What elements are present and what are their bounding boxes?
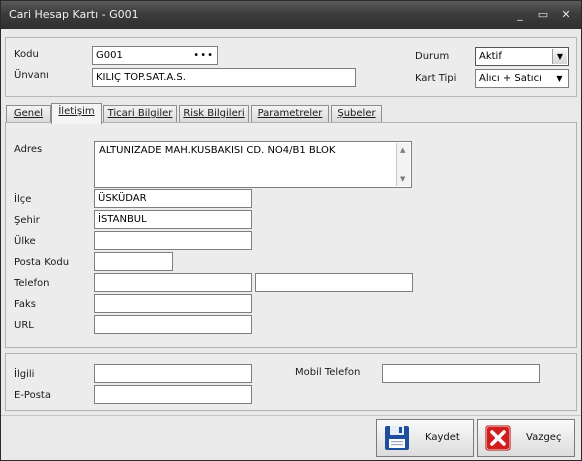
district-input[interactable]: ÜSKÜDAR <box>94 189 252 208</box>
mobile-phone-label: Mobil Telefon <box>295 367 361 378</box>
status-value: Aktif <box>479 51 502 62</box>
card-type-label: Kart Tipi <box>415 73 457 84</box>
mobile-phone-input[interactable] <box>382 364 540 383</box>
tab-contact[interactable]: İletişim <box>51 103 102 124</box>
cancel-x-icon <box>485 425 511 451</box>
tab-trade-info[interactable]: Ticari Bilgiler <box>103 105 177 123</box>
cancel-button[interactable]: Vazgeç <box>477 419 575 457</box>
fax-input[interactable] <box>94 294 252 313</box>
address-scrollbar[interactable]: ▲ ▼ <box>396 143 410 186</box>
scroll-up-icon[interactable]: ▲ <box>400 146 405 154</box>
title-label: Ünvanı <box>14 70 49 81</box>
address-input[interactable]: ALTUNIZADE MAH.KUSBAKISI CD. NO4/B1 BLOK… <box>94 141 412 188</box>
tab-parameters[interactable]: Parametreler <box>251 105 329 123</box>
maximize-icon[interactable]: ▭ <box>537 9 549 21</box>
scroll-down-icon[interactable]: ▼ <box>400 175 405 183</box>
window-title: Cari Hesap Kartı - G001 <box>9 8 139 21</box>
email-input[interactable] <box>94 385 252 404</box>
url-label: URL <box>14 320 34 331</box>
phone-input-2[interactable] <box>255 273 413 292</box>
card-type-select[interactable]: Alıcı + Satıcı ▼ <box>475 69 569 88</box>
minimize-icon[interactable]: _ <box>514 9 526 21</box>
floppy-disk-icon <box>385 426 409 450</box>
code-label: Kodu <box>14 49 39 60</box>
phone-input-1[interactable] <box>94 273 252 292</box>
customer-card-window: Cari Hesap Kartı - G001 _ ▭ ✕ Kodu G001 … <box>0 0 582 461</box>
code-lookup-icon[interactable]: ••• <box>193 47 214 64</box>
email-label: E-Posta <box>14 390 51 401</box>
chevron-down-icon[interactable]: ▼ <box>552 49 567 64</box>
city-input[interactable]: İSTANBUL <box>94 210 252 229</box>
contact-person-panel: İlgili Mobil Telefon E-Posta <box>5 353 577 411</box>
tab-branches[interactable]: Şubeler <box>331 105 382 123</box>
code-input[interactable]: G001 ••• <box>92 46 218 65</box>
phone-label: Telefon <box>14 278 50 289</box>
address-label: Adres <box>14 144 43 155</box>
tab-risk-info[interactable]: Risk Bilgileri <box>179 105 249 123</box>
card-type-value: Alıcı + Satıcı <box>479 73 542 84</box>
header-panel: Kodu G001 ••• Ünvanı KILIÇ TOP.SAT.A.S. … <box>5 37 577 97</box>
footer-divider <box>1 415 581 416</box>
country-input[interactable] <box>94 231 252 250</box>
contact-panel: Adres ALTUNIZADE MAH.KUSBAKISI CD. NO4/B… <box>5 122 577 348</box>
title-input[interactable]: KILIÇ TOP.SAT.A.S. <box>92 68 356 87</box>
postcode-input[interactable] <box>94 252 173 271</box>
chevron-down-icon[interactable]: ▼ <box>552 71 567 86</box>
district-label: İlçe <box>14 194 32 205</box>
contact-person-label: İlgili <box>14 369 35 380</box>
save-button[interactable]: Kaydet <box>376 419 474 457</box>
close-icon[interactable]: ✕ <box>560 9 572 21</box>
fax-label: Faks <box>14 299 36 310</box>
district-value: ÜSKÜDAR <box>98 193 147 204</box>
status-select[interactable]: Aktif ▼ <box>475 47 569 66</box>
cancel-button-label: Vazgeç <box>526 432 562 443</box>
title-value: KILIÇ TOP.SAT.A.S. <box>96 72 186 83</box>
url-input[interactable] <box>94 315 252 334</box>
address-value: ALTUNIZADE MAH.KUSBAKISI CD. NO4/B1 BLOK <box>99 145 336 156</box>
tab-general[interactable]: Genel <box>6 105 51 123</box>
contact-person-input[interactable] <box>94 364 252 383</box>
city-label: Şehir <box>14 215 40 226</box>
status-label: Durum <box>415 51 450 62</box>
title-bar[interactable]: Cari Hesap Kartı - G001 _ ▭ ✕ <box>1 1 581 29</box>
city-value: İSTANBUL <box>98 214 147 225</box>
postcode-label: Posta Kodu <box>14 257 70 268</box>
code-value: G001 <box>96 50 123 61</box>
save-button-label: Kaydet <box>425 432 460 443</box>
country-label: Ülke <box>14 236 36 247</box>
